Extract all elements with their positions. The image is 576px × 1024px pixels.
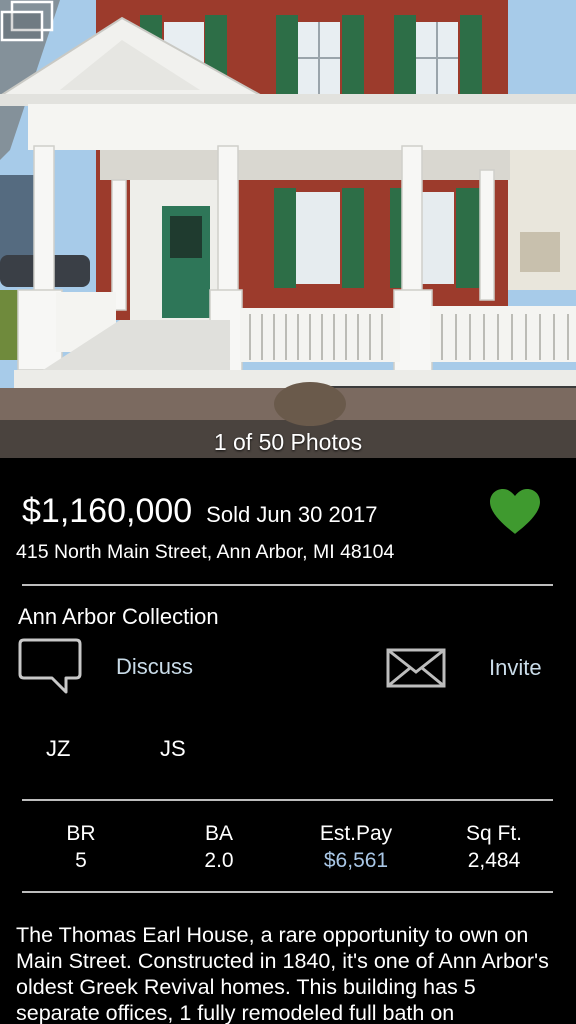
collection-name: Ann Arbor Collection	[18, 604, 219, 629]
discuss-button[interactable]: Discuss	[116, 654, 193, 680]
photo-counter: 1 of 50 Photos	[213, 429, 363, 455]
divider	[22, 584, 553, 586]
divider	[22, 799, 553, 801]
member-initials[interactable]: JS	[160, 736, 186, 762]
sold-date: Sold Jun 30 2017	[206, 502, 378, 527]
stat-label: BA	[204, 822, 233, 845]
divider	[22, 891, 553, 893]
stat-value: 2.0	[204, 849, 234, 872]
listing-photo[interactable]: 1 of 50 Photos	[0, 0, 576, 458]
listing-price: $1,160,000	[22, 492, 193, 530]
house-photo	[0, 0, 576, 458]
listing-stats: BR 5 BA 2.0 Est.Pay $6,561 Sq Ft. 2,484	[0, 820, 576, 880]
stat-label: Sq Ft.	[465, 822, 523, 845]
heart-icon[interactable]	[488, 488, 542, 536]
chat-bubble-icon[interactable]	[18, 638, 82, 696]
stat-bedrooms: BR 5	[26, 820, 136, 874]
stat-est-pay[interactable]: Est.Pay $6,561	[301, 820, 411, 874]
listing-address: 415 North Main Street, Ann Arbor, MI 481…	[16, 541, 395, 563]
price-row: $1,160,000 Sold Jun 30 2017	[22, 492, 377, 531]
stat-label: Est.Pay	[319, 822, 393, 845]
stat-value: 5	[75, 849, 87, 872]
envelope-icon[interactable]	[386, 648, 446, 688]
invite-button[interactable]: Invite	[489, 655, 542, 681]
stat-square-feet: Sq Ft. 2,484	[439, 820, 549, 874]
gallery-icon[interactable]	[0, 0, 54, 42]
stat-value: 2,484	[467, 849, 521, 872]
listing-description: The Thomas Earl House, a rare opportunit…	[16, 923, 549, 1024]
member-initials[interactable]: JZ	[46, 736, 70, 762]
est-pay-link[interactable]: $6,561	[301, 847, 411, 874]
stat-label: BR	[66, 822, 96, 845]
stat-bathrooms: BA 2.0	[164, 820, 274, 874]
